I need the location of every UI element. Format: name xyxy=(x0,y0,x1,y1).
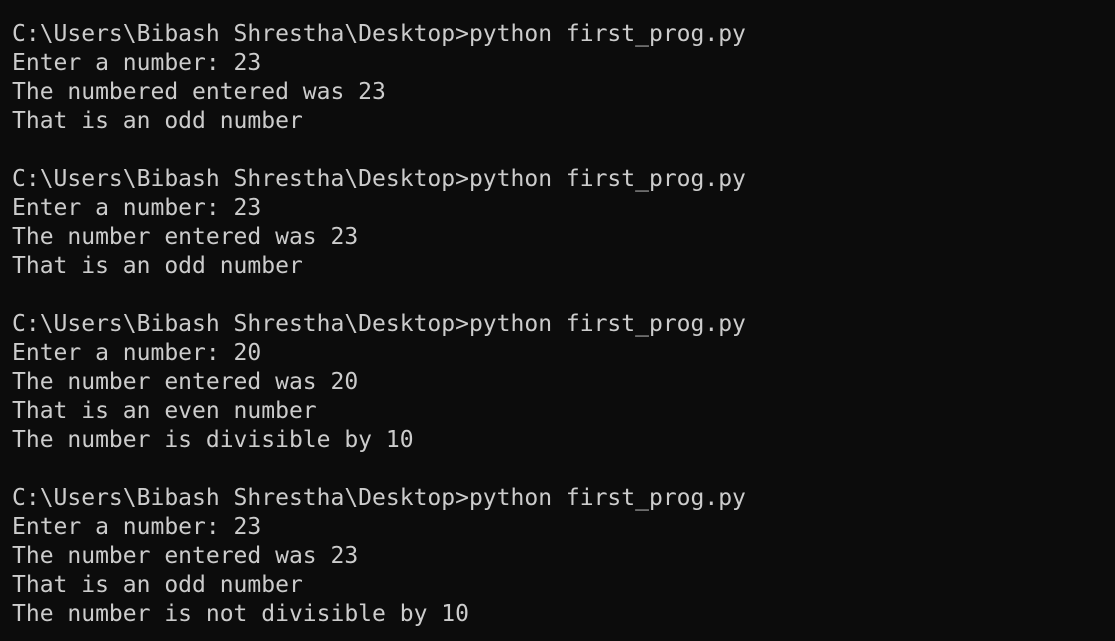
output-line: Enter a number: 20 xyxy=(12,340,262,366)
output-line: That is an even number xyxy=(12,398,317,424)
output-line: The number entered was 20 xyxy=(12,369,359,395)
session-run: C:\Users\Bibash Shrestha\Desktop>python … xyxy=(12,165,1115,281)
output-line: That is an odd number xyxy=(12,108,303,134)
session-run: C:\Users\Bibash Shrestha\Desktop>python … xyxy=(12,484,1115,629)
command-prompt-line: C:\Users\Bibash Shrestha\Desktop>python … xyxy=(12,166,746,192)
output-line: Enter a number: 23 xyxy=(12,50,262,76)
session-run: C:\Users\Bibash Shrestha\Desktop>python … xyxy=(12,20,1115,136)
output-line: The number entered was 23 xyxy=(12,224,359,250)
output-line: The numbered entered was 23 xyxy=(12,79,386,105)
command-prompt-line: C:\Users\Bibash Shrestha\Desktop>python … xyxy=(12,485,746,511)
output-line: The number is not divisible by 10 xyxy=(12,601,469,627)
output-line: Enter a number: 23 xyxy=(12,195,262,221)
output-line: Enter a number: 23 xyxy=(12,514,262,540)
terminal-window[interactable]: C:\Users\Bibash Shrestha\Desktop>python … xyxy=(0,0,1115,641)
output-line: The number is divisible by 10 xyxy=(12,427,414,453)
output-line: That is an odd number xyxy=(12,572,303,598)
output-line: The number entered was 23 xyxy=(12,543,359,569)
session-run: C:\Users\Bibash Shrestha\Desktop>python … xyxy=(12,310,1115,455)
output-line: That is an odd number xyxy=(12,253,303,279)
command-prompt-line: C:\Users\Bibash Shrestha\Desktop>python … xyxy=(12,21,746,47)
command-prompt-line: C:\Users\Bibash Shrestha\Desktop>python … xyxy=(12,311,746,337)
